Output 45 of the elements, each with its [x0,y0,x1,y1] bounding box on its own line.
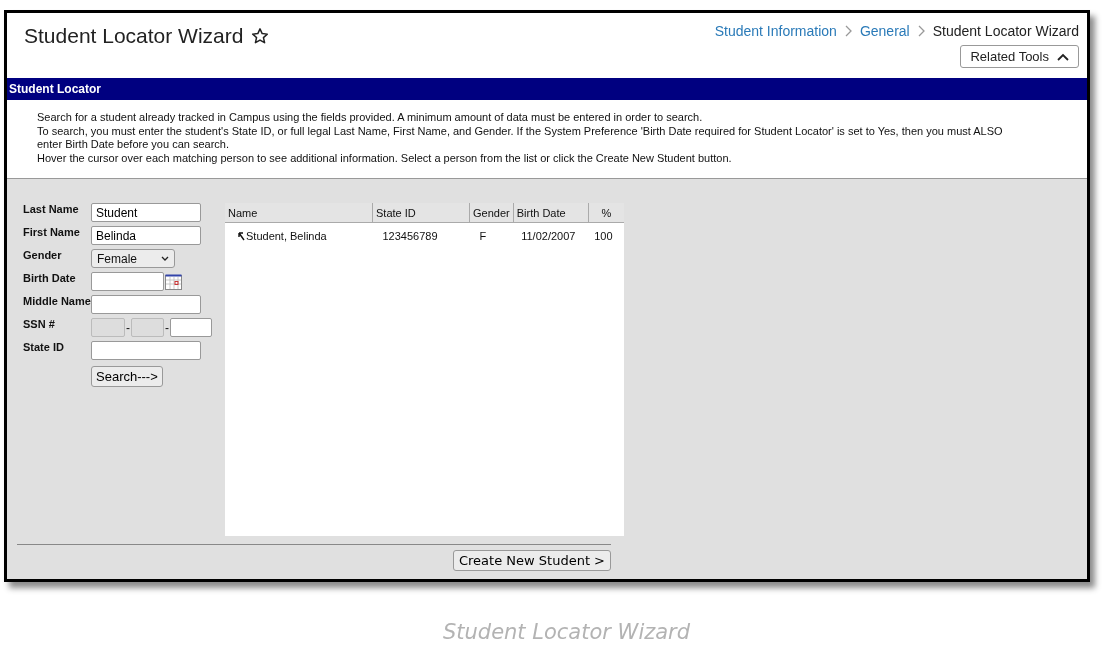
field-label: Birth Date [23,272,77,286]
column-header[interactable]: Birth Date [513,203,589,223]
breadcrumb-link[interactable]: Student Information [714,23,837,39]
text-field[interactable] [91,341,201,360]
field-label: Last Name [23,203,80,217]
page-title: Student Locator Wizard [24,24,244,48]
breadcrumb-link[interactable]: General [859,23,910,39]
cursor-arrow-icon [238,231,245,241]
column-header[interactable]: State ID [372,203,470,223]
table-cell: F [479,230,487,242]
hyphen-separator: - [126,320,130,335]
text-field[interactable]: Student [91,203,201,222]
gender-dropdown[interactable]: Female [91,249,175,268]
calendar-icon[interactable] [165,273,182,290]
create-new-student-button[interactable]: Create New Student > [453,550,611,571]
figure-caption: Student Locator Wizard [442,620,691,644]
hyphen-separator: - [165,320,169,335]
breadcrumb-current: Student Locator Wizard [932,23,1079,39]
search-button[interactable]: Search---> [91,366,163,387]
field-label: Gender [23,249,63,263]
table-cell: 11/02/2007 [521,230,576,242]
section-header-bar: Student Locator [7,78,1087,100]
table-cell: 123456789 [382,230,438,242]
field-label: State ID [23,341,65,355]
chevron-up-icon [1057,52,1069,61]
instruction-text: Hover the cursor over each matching person to see additional information. Select a person from the list or click the Create New Student button. [37,151,733,165]
chevron-right-icon [844,25,852,37]
chevron-right-icon [917,25,925,37]
text-field[interactable]: Belinda [91,226,201,245]
table-cell: 100 [594,230,613,242]
instruction-text: To search, you must enter the student's State ID, or full legal Last Name, First Name, and Gender. If the System Preference 'Birth Date required for Student Locator' is set to Yes, then you must ALSO enter Birth Date before you can search. [37,124,1004,152]
date-field[interactable] [91,272,164,291]
related-tools-button[interactable]: Related Tools [960,45,1079,68]
instruction-text: Search for a student already tracked in Campus using the fields provided. A minimum amount of data must be entered in order to search. [37,111,704,125]
column-header[interactable]: Name [225,203,373,223]
column-header[interactable]: % [588,203,624,223]
ssn-field[interactable] [170,318,212,337]
column-header[interactable]: Gender [469,203,514,223]
field-label: First Name [23,226,81,240]
chevron-down-icon [161,255,169,262]
table-cell[interactable]: Student, Belinda [246,230,327,242]
text-field[interactable] [91,295,201,314]
field-label: SSN # [23,318,56,332]
star-icon[interactable] [251,27,270,45]
field-label: Middle Name [23,295,91,309]
